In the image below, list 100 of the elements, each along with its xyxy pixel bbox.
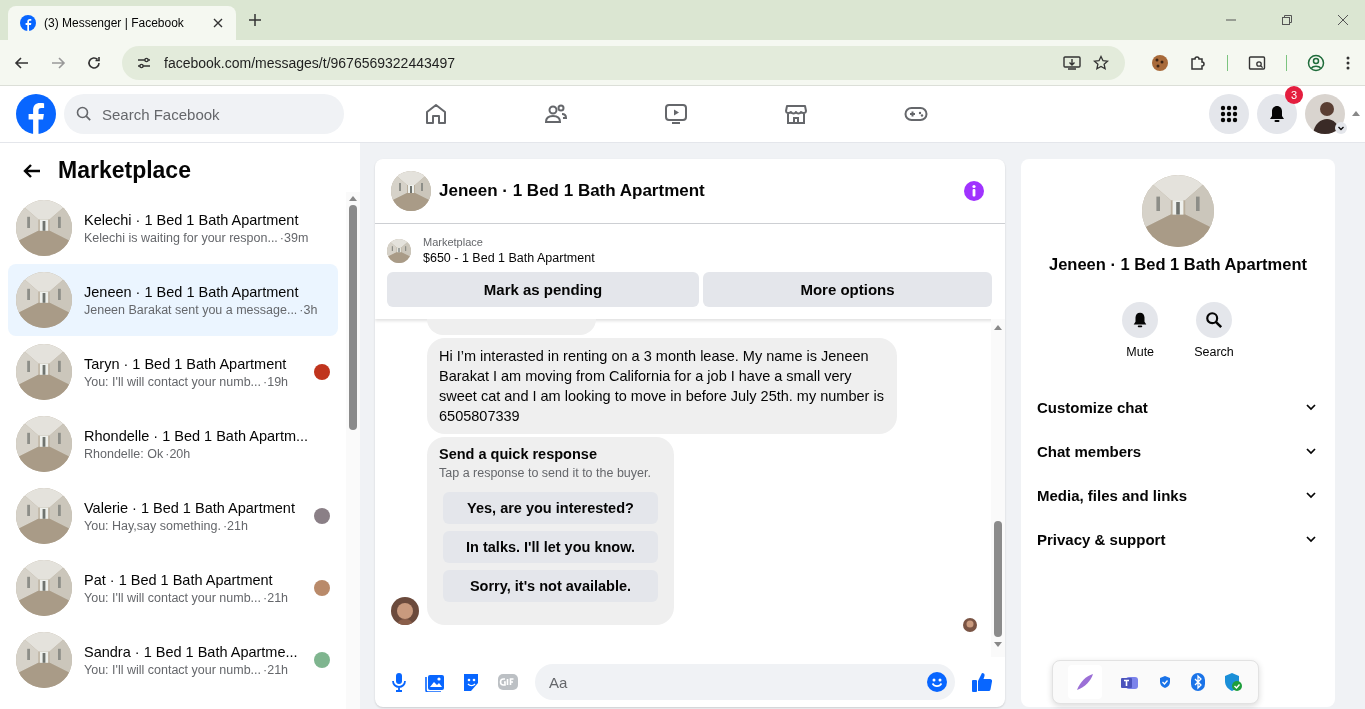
action-label: Mute <box>1126 345 1155 359</box>
search-input[interactable]: Search Facebook <box>100 104 332 124</box>
message-time: ·21h <box>263 590 289 605</box>
listing-action-button[interactable]: Mark as pending <box>387 272 699 307</box>
facebook-logo-icon[interactable] <box>16 94 56 134</box>
reload-icon[interactable] <box>86 54 102 71</box>
message-time: ·21h <box>222 518 248 533</box>
profile-icon[interactable] <box>1307 53 1325 72</box>
info-icon[interactable] <box>963 180 985 202</box>
message-time: ·39m <box>279 230 309 245</box>
image-icon[interactable] <box>425 672 445 692</box>
quick-response-title: Send a quick response <box>439 446 598 462</box>
conversation-item[interactable]: Valerie · 1 Bed 1 Bath Apartment You: Hay,say something. ·21h <box>8 480 338 552</box>
store-icon[interactable] <box>784 102 808 126</box>
message-time: ·19h <box>263 374 289 389</box>
cookie-icon[interactable] <box>1151 53 1169 72</box>
new-tab-icon[interactable] <box>248 13 262 27</box>
menu-icon[interactable] <box>1345 54 1351 71</box>
scroll-up-icon[interactable] <box>1351 109 1361 117</box>
address-bar[interactable]: facebook.com/messages/t/9676569322443497 <box>122 45 1125 80</box>
conversation-item[interactable]: Kelechi · 1 Bed 1 Bath Apartment Kelechi is waiting for your respon... ·39m <box>8 192 338 264</box>
conversation-item[interactable]: Jeneen · 1 Bed 1 Bath Apartment Jeneen Barakat sent you a message... ·3h <box>8 264 338 336</box>
friends-icon[interactable] <box>544 102 568 126</box>
chat-title: Jeneen · 1 Bed 1 Bath Apartment <box>439 181 705 201</box>
mute-button[interactable] <box>1122 302 1159 338</box>
message-preview: You: I'll will contact your numb... <box>84 374 261 389</box>
thumbs-up-icon[interactable] <box>971 671 993 693</box>
tab-title: (3) Messenger | Facebook <box>44 16 185 30</box>
conversation-item[interactable]: Taryn · 1 Bed 1 Bath Apartment You: I'll will contact your numb... ·19h <box>8 336 338 408</box>
message-time: ·20h <box>165 446 191 461</box>
install-app-icon[interactable] <box>1063 54 1081 71</box>
apps-button[interactable] <box>1209 94 1249 134</box>
details-section[interactable]: Media, files and links <box>1037 473 1319 517</box>
quick-response-hint: Tap a response to send it to the buyer. <box>439 466 652 480</box>
conversation-name: Rhondelle · 1 Bed 1 Bath Apartm... <box>84 427 310 444</box>
security-shield-icon[interactable] <box>1222 672 1243 692</box>
video-icon[interactable] <box>664 102 688 126</box>
scroll-up-icon[interactable] <box>348 194 358 202</box>
conversation-name: Jeneen · 1 Bed 1 Bath Apartment <box>84 283 300 300</box>
conversation-item[interactable]: Pat · 1 Bed 1 Bath Apartment You: I'll will contact your numb... ·21h <box>8 552 338 624</box>
message-time: ·21h <box>263 662 289 677</box>
details-section[interactable]: Chat members <box>1037 429 1319 473</box>
caret-icon[interactable] <box>1335 122 1347 134</box>
home-icon[interactable] <box>424 102 448 126</box>
conversation-name: Pat · 1 Bed 1 Bath Apartment <box>84 571 274 588</box>
action-label: Search <box>1194 345 1234 359</box>
conversation-name: Kelechi · 1 Bed 1 Bath Apartment <box>84 211 300 228</box>
listing-label: Marketplace <box>423 236 484 248</box>
scrollbar-thumb[interactable] <box>994 521 1002 637</box>
feather-icon[interactable] <box>1068 665 1103 699</box>
notification-count: 3 <box>1285 86 1303 104</box>
close-icon[interactable] <box>212 17 224 29</box>
sender-avatar <box>391 597 419 625</box>
message-bubble: Hi I’m interasted in renting on a 3 month lease. My name is Jeneen Barakat I am moving from California for a job I have a small very sweet cat and I am looking to move in before July 25th. my number is 6505807339 <box>427 338 897 434</box>
quick-response-option[interactable]: Yes, are you interested? <box>443 492 658 524</box>
message-preview: Rhondelle: Ok <box>84 446 164 461</box>
message-preview: Kelechi is waiting for your respon... <box>84 230 278 245</box>
message-preview: Jeneen Barakat sent you a message... <box>84 302 298 317</box>
search-field[interactable]: Search Facebook <box>64 94 344 134</box>
message-field[interactable]: Aa <box>535 664 955 700</box>
search-icon <box>1205 311 1223 329</box>
scrollbar-thumb[interactable] <box>349 205 357 430</box>
shield-icon[interactable] <box>1158 675 1173 689</box>
restore-icon[interactable] <box>1281 14 1293 26</box>
bell-icon <box>1267 104 1287 124</box>
search-tabs-icon[interactable] <box>1248 53 1266 72</box>
conversation-name: Taryn · 1 Bed 1 Bath Apartment <box>84 355 288 372</box>
microphone-icon[interactable] <box>389 672 409 692</box>
bluetooth-icon[interactable] <box>1190 673 1205 691</box>
close-icon[interactable] <box>1337 14 1349 26</box>
listing-action-button[interactable]: More options <box>703 272 992 307</box>
star-icon[interactable] <box>1093 54 1109 71</box>
message-preview: You: Hay,say something. <box>84 518 221 533</box>
grid-icon <box>1219 104 1239 124</box>
url-text: facebook.com/messages/t/9676569322443497 <box>164 54 456 71</box>
search-icon <box>76 106 92 122</box>
back-icon[interactable] <box>14 54 30 71</box>
quick-response-option[interactable]: Sorry, it's not available. <box>443 570 658 602</box>
extensions-icon[interactable] <box>1189 53 1207 72</box>
contact-name: Jeneen · 1 Bed 1 Bath Apartment <box>1049 255 1307 274</box>
conversation-name: Sandra · 1 Bed 1 Bath Apartme... <box>84 643 299 660</box>
scroll-down-icon[interactable] <box>993 641 1003 649</box>
conversation-item[interactable]: Sandra · 1 Bed 1 Bath Apartme... You: I'll will contact your numb... ·21h <box>8 624 338 696</box>
browser-tab[interactable]: (3) Messenger | Facebook <box>8 6 236 40</box>
listing-title[interactable]: $650 - 1 Bed 1 Bath Apartment <box>423 251 595 265</box>
forward-icon[interactable] <box>50 54 66 71</box>
profile-avatar[interactable] <box>1305 94 1345 134</box>
sticker-icon[interactable] <box>461 672 481 692</box>
sidebar-title: Marketplace <box>58 157 191 184</box>
message-time: ·3h <box>299 302 318 317</box>
conversation-name: Valerie · 1 Bed 1 Bath Apartment <box>84 499 296 516</box>
emoji-icon[interactable] <box>927 672 947 692</box>
details-section[interactable]: Customize chat <box>1037 385 1319 429</box>
scroll-up-icon[interactable] <box>993 323 1003 331</box>
search-button[interactable] <box>1196 302 1232 338</box>
message-preview: You: I'll will contact your numb... <box>84 662 261 677</box>
details-section[interactable]: Privacy & support <box>1037 517 1319 561</box>
conversation-item[interactable]: Rhondelle · 1 Bed 1 Bath Apartm... Rhondelle: Ok ·20h <box>8 408 338 480</box>
quick-response-option[interactable]: In talks. I'll let you know. <box>443 531 658 563</box>
message-input[interactable]: Aa <box>547 672 927 692</box>
